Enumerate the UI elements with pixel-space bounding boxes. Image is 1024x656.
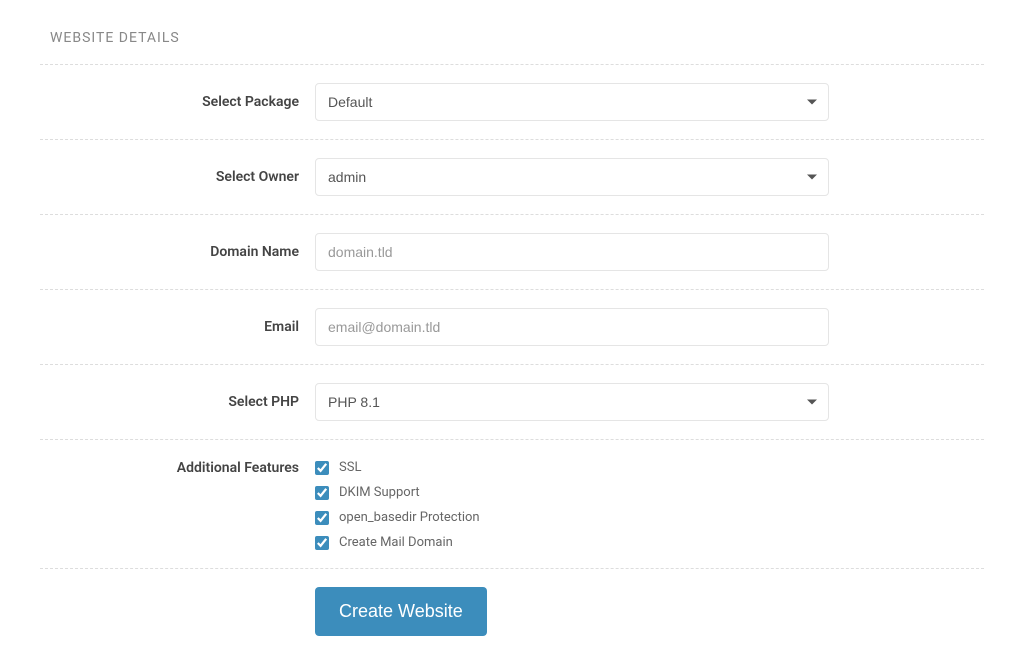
section-title: WEBSITE DETAILS xyxy=(40,0,984,64)
label-email: Email xyxy=(40,319,315,335)
label-features: Additional Features xyxy=(40,458,315,476)
checkbox-ssl[interactable] xyxy=(315,461,329,475)
label-package: Select Package xyxy=(40,94,315,110)
checkbox-maildomain-label: Create Mail Domain xyxy=(339,535,453,550)
row-domain: Domain Name xyxy=(40,214,984,289)
create-website-button[interactable]: Create Website xyxy=(315,587,487,636)
domain-input[interactable] xyxy=(315,233,829,271)
row-email: Email xyxy=(40,289,984,364)
checkbox-dkim-label: DKIM Support xyxy=(339,485,420,500)
checkbox-openbasedir-label: open_basedir Protection xyxy=(339,510,480,525)
select-package[interactable]: Default xyxy=(315,83,829,121)
check-row-maildomain: Create Mail Domain xyxy=(315,535,984,550)
checkbox-dkim[interactable] xyxy=(315,486,329,500)
checkbox-ssl-label: SSL xyxy=(339,460,361,475)
label-domain: Domain Name xyxy=(40,244,315,260)
checkbox-openbasedir[interactable] xyxy=(315,511,329,525)
check-row-dkim: DKIM Support xyxy=(315,485,984,500)
row-features: Additional Features SSL DKIM Support ope… xyxy=(40,439,984,569)
row-package: Select Package Default xyxy=(40,64,984,139)
label-php: Select PHP xyxy=(40,394,315,410)
check-row-ssl: SSL xyxy=(315,460,984,475)
select-owner[interactable]: admin xyxy=(315,158,829,196)
email-input[interactable] xyxy=(315,308,829,346)
select-php[interactable]: PHP 8.1 xyxy=(315,383,829,421)
row-php: Select PHP PHP 8.1 xyxy=(40,364,984,439)
label-owner: Select Owner xyxy=(40,169,315,185)
checkbox-maildomain[interactable] xyxy=(315,536,329,550)
check-row-openbasedir: open_basedir Protection xyxy=(315,510,984,525)
row-owner: Select Owner admin xyxy=(40,139,984,214)
